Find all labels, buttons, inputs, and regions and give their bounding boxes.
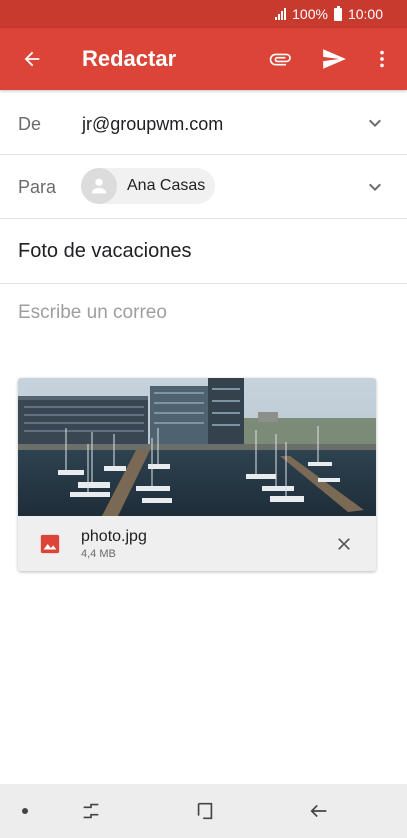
signal-icon <box>275 8 287 20</box>
chevron-down-icon[interactable] <box>363 175 387 199</box>
close-icon[interactable] <box>330 530 358 558</box>
battery-percent: 100% <box>292 6 328 22</box>
chevron-down-icon[interactable] <box>363 111 387 135</box>
send-icon[interactable] <box>316 41 352 77</box>
recipient-name: Ana Casas <box>127 177 206 194</box>
recents-icon[interactable] <box>76 797 106 825</box>
from-row[interactable]: De jr@groupwm.com <box>0 90 407 155</box>
page-title: Redactar <box>82 46 177 71</box>
recipient-chip[interactable]: Ana Casas <box>81 168 215 204</box>
back-icon[interactable] <box>304 797 334 825</box>
person-icon <box>91 178 107 194</box>
status-bar: 100% 10:00 <box>0 0 407 28</box>
image-icon <box>40 534 60 554</box>
attachment-thumbnail[interactable] <box>18 378 376 516</box>
app-bar: Redactar <box>0 28 407 90</box>
avatar <box>81 168 117 204</box>
attachment-info: photo.jpg 4,4 MB <box>18 516 376 571</box>
more-vert-icon[interactable] <box>364 41 400 77</box>
clock: 10:00 <box>347 6 383 22</box>
system-nav-bar <box>0 784 407 838</box>
from-label: De <box>18 114 42 134</box>
battery-icon <box>333 5 342 21</box>
home-icon[interactable] <box>190 797 220 825</box>
subject-field[interactable]: Foto de vacaciones <box>18 240 191 263</box>
body-field[interactable]: Escribe un correo <box>18 302 167 324</box>
to-label: Para <box>18 177 57 197</box>
attachment-filename: photo.jpg <box>81 528 147 545</box>
attachment-size: 4,4 MB <box>81 548 116 560</box>
attachment-card[interactable]: photo.jpg 4,4 MB <box>18 378 376 571</box>
back-arrow-icon[interactable] <box>14 41 50 77</box>
dot-icon[interactable] <box>22 808 28 814</box>
from-account[interactable]: jr@groupwm.com <box>82 114 223 135</box>
to-row[interactable]: Para Ana Casas <box>0 155 407 219</box>
paperclip-icon[interactable] <box>262 41 298 77</box>
